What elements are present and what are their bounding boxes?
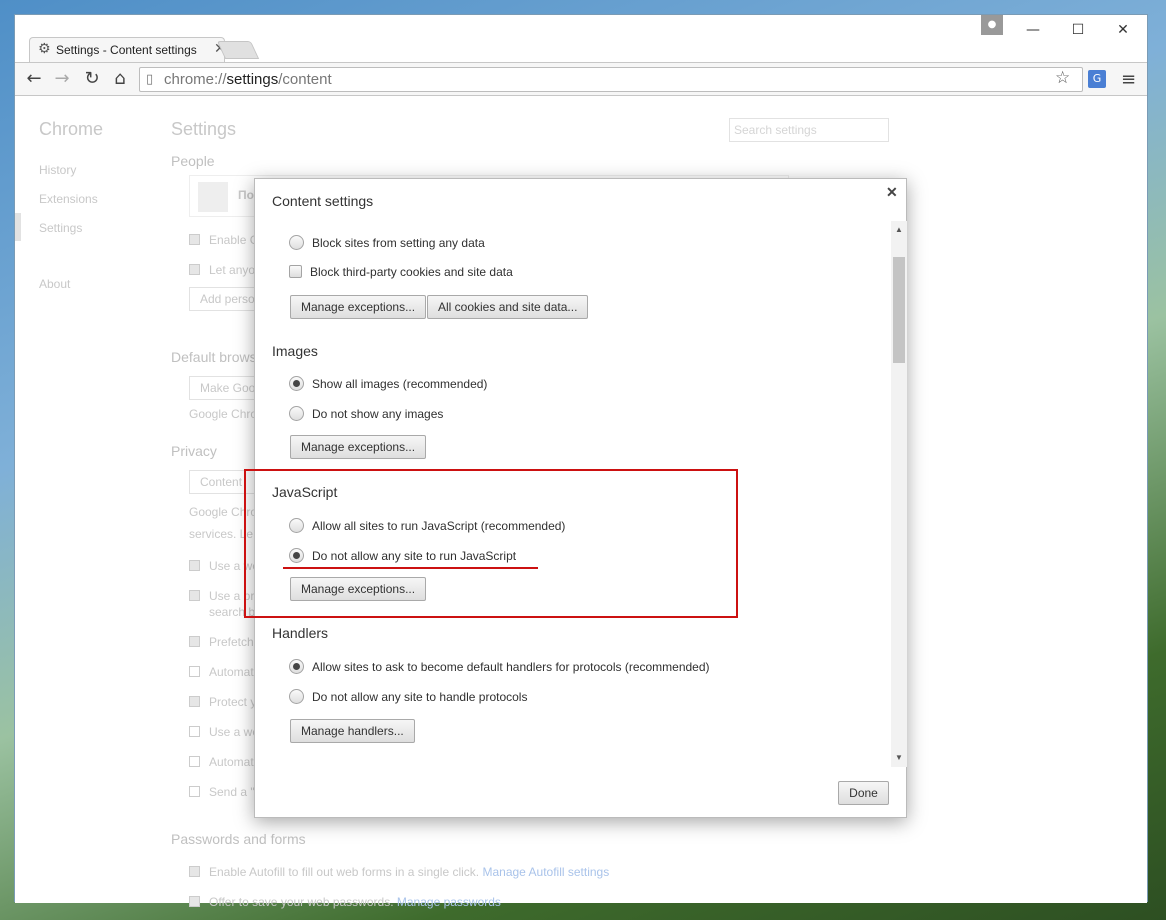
section-passwords: Passwords and forms (171, 831, 306, 847)
translate-extension-icon[interactable]: G (1088, 70, 1106, 88)
manage-handlers-button[interactable]: Manage handlers... (290, 719, 415, 743)
minimize-button[interactable]: — (1011, 15, 1055, 45)
radio-icon (289, 406, 304, 421)
done-button[interactable]: Done (838, 781, 889, 805)
scrollbar-thumb[interactable] (893, 257, 905, 363)
radio-icon (289, 689, 304, 704)
radio-show-images[interactable]: Show all images (recommended) (289, 376, 487, 391)
search-settings-input[interactable]: Search settings (729, 118, 889, 142)
page-icon: ▯ (146, 72, 154, 87)
bg-row: Enable Autofill to fill out web forms in… (189, 865, 609, 879)
bg-row: Send a " (189, 785, 255, 799)
people-user-name: По (238, 188, 254, 202)
bg-row: Automat (189, 665, 254, 679)
app-title: Chrome (39, 119, 104, 139)
user-icon[interactable]: ● (981, 15, 1003, 35)
close-icon[interactable]: ✕ (886, 184, 898, 201)
forward-icon[interactable]: → (51, 68, 73, 90)
radio-icon (289, 235, 304, 250)
bg-row: Prefetch (189, 635, 254, 649)
radio-block-sites[interactable]: Block sites from setting any data (289, 235, 485, 250)
gear-icon: ⚙ (38, 41, 51, 57)
url-text: chrome://settings/content (164, 71, 332, 88)
menu-icon[interactable]: ≡ (1121, 69, 1136, 90)
bg-row: Automat (189, 755, 254, 769)
nav-active-marker (15, 213, 21, 241)
radio-selected-icon (289, 376, 304, 391)
toolbar: ← → ↻ ⌂ ▯ chrome://settings/content ☆ G … (15, 62, 1147, 96)
bg-row: Offer to save your web passwords. Manage… (189, 895, 501, 909)
nav-extensions[interactable]: Extensions (39, 192, 98, 206)
nav-settings[interactable]: Settings (39, 221, 82, 235)
cookies-manage-exceptions-button[interactable]: Manage exceptions... (290, 295, 427, 319)
radio-allow-handlers[interactable]: Allow sites to ask to become default han… (289, 659, 710, 674)
dialog-title: Content settings (272, 193, 374, 209)
scroll-down-icon[interactable]: ▼ (895, 753, 903, 762)
address-bar[interactable]: ▯ chrome://settings/content (139, 67, 1083, 92)
back-icon[interactable]: ← (23, 68, 45, 90)
section-default-browser: Default brows (171, 349, 257, 365)
all-cookies-button[interactable]: All cookies and site data... (427, 295, 589, 319)
section-people: People (171, 153, 215, 169)
maximize-button[interactable]: ☐ (1056, 15, 1100, 45)
radio-selected-icon (289, 659, 304, 674)
scroll-up-icon[interactable]: ▲ (895, 225, 903, 234)
radio-hide-images[interactable]: Do not show any images (289, 406, 443, 421)
nav-about[interactable]: About (39, 277, 70, 291)
checkbox-icon (289, 265, 302, 278)
bg-row: Let anyo (189, 263, 255, 277)
new-tab-button[interactable] (216, 41, 260, 59)
page-title: Settings (171, 119, 237, 139)
radio-block-handlers[interactable]: Do not allow any site to handle protocol… (289, 689, 527, 704)
bg-row: Protect y (189, 695, 256, 709)
home-icon[interactable]: ⌂ (109, 68, 131, 90)
tab-strip: ⚙ Settings - Content settings ✕ ● — ☐ ✕ (15, 15, 1147, 63)
bookmark-star-icon[interactable]: ☆ (1055, 68, 1070, 88)
checkbox-block-third-party[interactable]: Block third-party cookies and site data (289, 265, 513, 279)
highlight-underline (283, 567, 538, 569)
highlight-box (244, 469, 738, 618)
tab-settings[interactable]: ⚙ Settings - Content settings ✕ (29, 37, 226, 63)
nav-history[interactable]: History (39, 163, 76, 177)
bg-row: Enable G (189, 233, 259, 247)
bg-row: Use a we (189, 725, 259, 739)
reload-icon[interactable]: ↻ (81, 68, 103, 90)
section-privacy: Privacy (171, 443, 217, 459)
section-handlers: Handlers (272, 625, 329, 641)
section-images: Images (272, 343, 318, 359)
close-button[interactable]: ✕ (1101, 15, 1145, 45)
tab-title: Settings - Content settings (56, 43, 197, 57)
bg-text: Google Chro (189, 407, 258, 421)
avatar (198, 182, 228, 212)
dialog-scrollbar[interactable]: ▲ ▼ (891, 221, 907, 767)
images-manage-exceptions-button[interactable]: Manage exceptions... (290, 435, 427, 459)
